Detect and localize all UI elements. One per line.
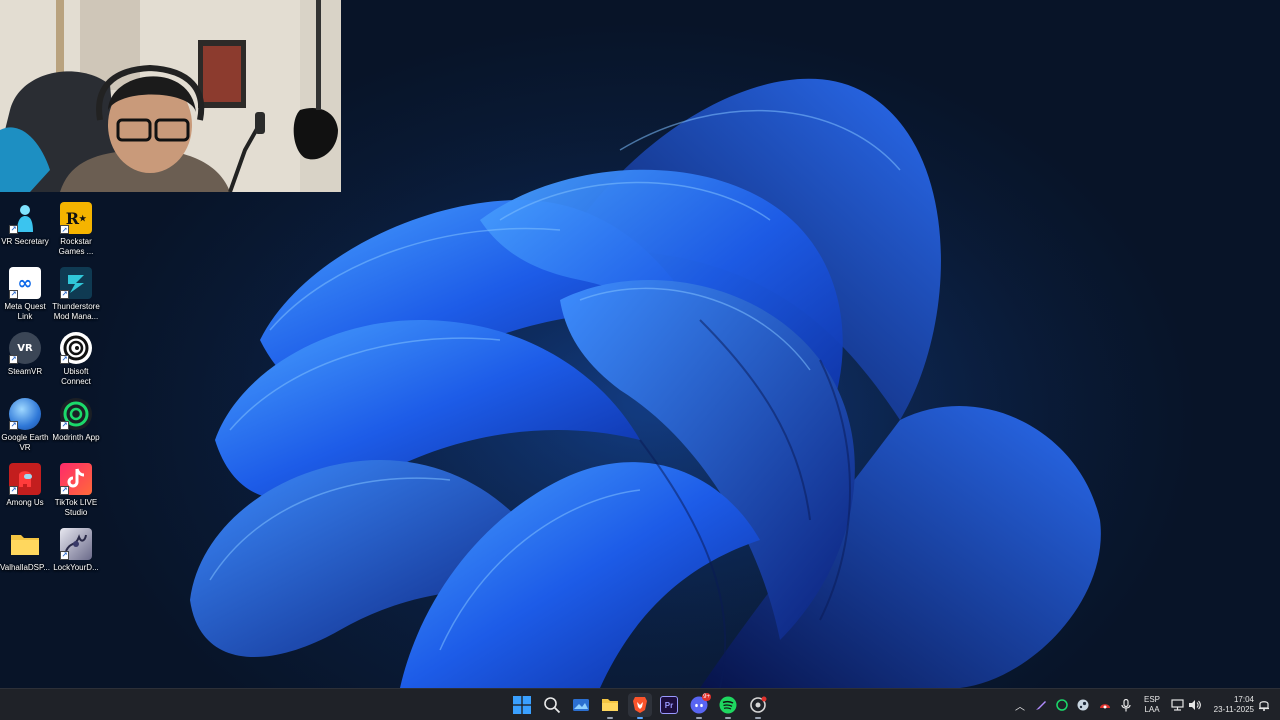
tray-app-icon[interactable] [1054, 697, 1070, 713]
desktop-icon-steamvr[interactable]: VR ↗ SteamVR [0, 332, 50, 394]
desktop-icon-label: VR Secretary [1, 237, 49, 246]
thunderstore-icon: ↗ [60, 267, 92, 299]
modrinth-icon: ↗ [60, 398, 92, 430]
running-indicator [607, 717, 613, 719]
notification-bell-icon [1259, 701, 1269, 711]
clock[interactable]: 17:04 23-11-2025 [1206, 695, 1254, 715]
volume-icon[interactable] [1186, 697, 1202, 713]
desktop-icon-label: Google Earth VR [1, 433, 49, 452]
rockstar-games-icon: R ★ ↗ [60, 202, 92, 234]
chevron-up-icon: ︿ [1015, 701, 1025, 713]
desktop-icon-label: Rockstar Games ... [58, 237, 94, 256]
desktop-icon-label: TikTok LIVE Studio [54, 498, 98, 517]
tray-steam-icon[interactable] [1075, 697, 1091, 713]
desktop-icon-modrinth[interactable]: ↗ Modrinth App [51, 398, 101, 460]
vr-secretary-icon: ↗ [9, 202, 41, 234]
desktop-icon-valhalladsp-folder[interactable]: ValhallaDSP... [0, 528, 50, 590]
premiere-pro-button[interactable]: Pr [657, 693, 681, 717]
running-indicator [696, 717, 702, 719]
lockyourd-icon: ↗ [60, 528, 92, 560]
desktop-icon-thunderstore[interactable]: ↗ Thunderstore Mod Mana... [51, 267, 101, 329]
google-earth-vr-icon: ↗ [9, 398, 41, 430]
desktop-icon-label: SteamVR [7, 367, 43, 376]
webcam-feed-image [0, 0, 341, 192]
desktop[interactable]: ↗ VR Secretary R ★ ↗ Rockstar Games ... ∞ ↗… [0, 0, 1280, 688]
microphone-icon[interactable] [1118, 697, 1134, 713]
notifications-button[interactable] [1256, 697, 1272, 713]
meta-quest-link-icon: ∞ ↗ [9, 267, 41, 299]
search-icon [544, 697, 561, 714]
keyboard-layout: LAA [1144, 705, 1160, 714]
desktop-icon-label: ValhallaDSP... [0, 563, 50, 572]
desktop-icon-label: Thunderstore Mod Mana... [52, 302, 100, 321]
spotify-icon [719, 696, 737, 714]
start-icon [513, 696, 531, 714]
taskbar: Pr 9+ ︿ ESP LAA 17:04 23-11-2025 [0, 688, 1280, 720]
desktop-icon-label: Ubisoft Connect [61, 367, 91, 386]
running-indicator [637, 717, 643, 719]
desktop-icon-tiktok-live-studio[interactable]: ↗ TikTok LIVE Studio [51, 463, 101, 525]
desktop-icon-google-earth-vr[interactable]: ↗ Google Earth VR [0, 398, 50, 460]
discord-notification-badge: 9+ [702, 693, 711, 701]
input-language-indicator[interactable]: ESP LAA [1140, 695, 1164, 715]
tray-pen-icon[interactable] [1033, 697, 1049, 713]
start-button[interactable] [510, 693, 534, 717]
ubisoft-connect-icon: ↗ [60, 332, 92, 364]
tray-record-icon[interactable] [1097, 697, 1113, 713]
network-icon[interactable] [1169, 697, 1185, 713]
desktop-icon-meta-quest-link[interactable]: ∞ ↗ Meta Quest Link [0, 267, 50, 329]
steam-settings-button[interactable] [746, 693, 770, 719]
desktop-icon-lockyourd[interactable]: ↗ LockYourD... [51, 528, 101, 590]
clock-time: 17:04 [1233, 695, 1254, 704]
task-view-icon [573, 699, 589, 711]
running-indicator [725, 717, 731, 719]
brave-browser-icon [633, 697, 647, 713]
premiere-pro-icon: Pr [660, 696, 678, 714]
show-hidden-icons-button[interactable]: ︿ [1012, 697, 1028, 713]
file-explorer-icon [602, 699, 618, 711]
clock-date: 23-11-2025 [1213, 705, 1254, 714]
desktop-icon-rockstar-games[interactable]: R ★ ↗ Rockstar Games ... [51, 202, 101, 264]
brave-browser-button[interactable] [628, 693, 652, 719]
desktop-icon-label: LockYourD... [53, 563, 99, 572]
among-us-icon: ↗ [9, 463, 41, 495]
steamvr-icon: VR ↗ [9, 332, 41, 364]
tiktok-live-studio-icon: ↗ [60, 463, 92, 495]
discord-button[interactable]: 9+ [687, 693, 711, 719]
spotify-button[interactable] [716, 693, 740, 719]
language-code: ESP [1143, 695, 1160, 704]
desktop-icon-ubisoft-connect[interactable]: ↗ Ubisoft Connect [51, 332, 101, 394]
running-indicator [755, 717, 761, 719]
file-explorer-button[interactable] [598, 693, 622, 719]
desktop-icon-label: Modrinth App [52, 433, 100, 442]
desktop-icon-label: Meta Quest Link [4, 302, 46, 321]
desktop-icon-vr-secretary[interactable]: ↗ VR Secretary [0, 202, 50, 264]
webcam-overlay [0, 0, 341, 192]
steam-settings-icon [750, 696, 767, 713]
search-button[interactable] [540, 693, 564, 717]
desktop-icon-label: Among Us [6, 498, 44, 507]
desktop-icon-among-us[interactable]: ↗ Among Us [0, 463, 50, 525]
folder-icon [9, 528, 41, 560]
task-view-button[interactable] [569, 693, 593, 717]
